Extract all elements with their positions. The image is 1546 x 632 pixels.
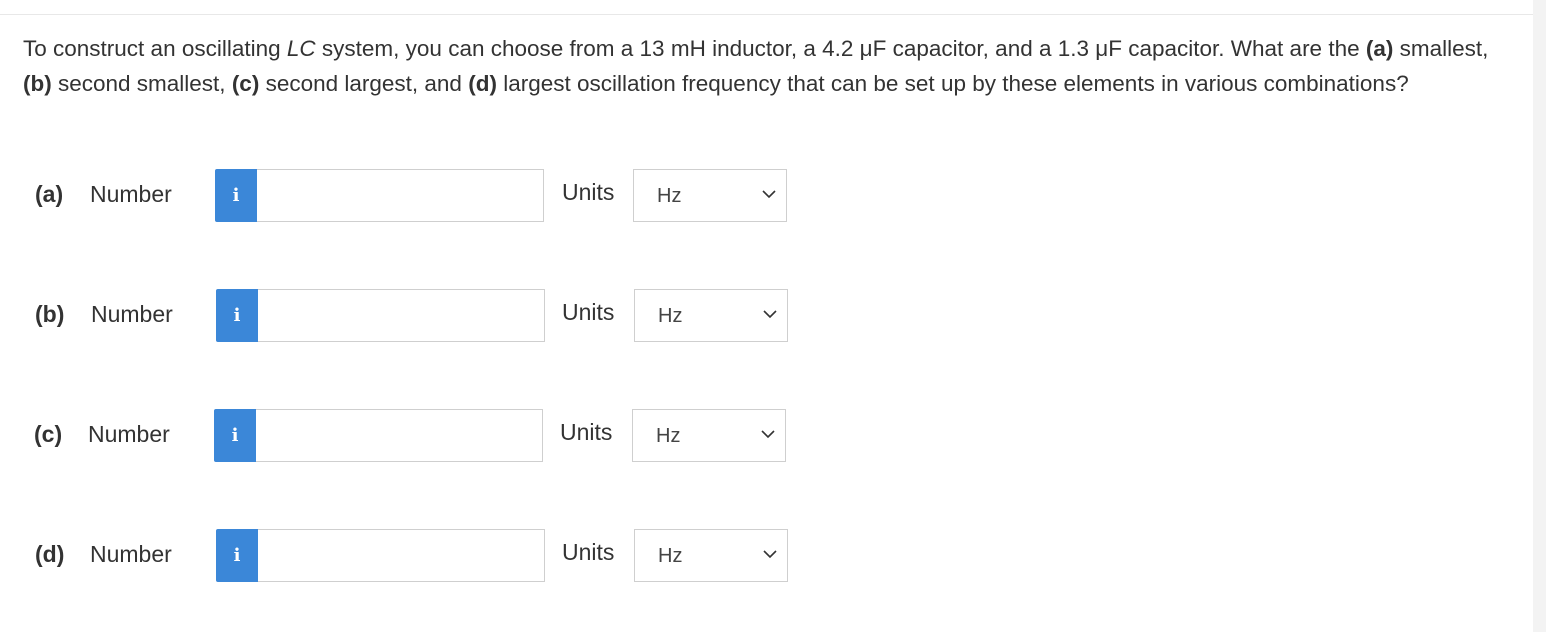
units-label: Units	[560, 419, 613, 445]
number-label: Number	[90, 181, 172, 207]
scrollbar-track[interactable]	[1533, 0, 1546, 632]
units-selected-value: Hz	[658, 545, 683, 567]
info-button[interactable]: i	[216, 289, 258, 342]
chevron-down-icon	[761, 430, 775, 439]
number-input[interactable]	[258, 529, 545, 582]
chevron-down-icon	[763, 310, 777, 319]
part-label: (d)	[35, 541, 65, 567]
info-icon: i	[233, 305, 241, 326]
units-label: Units	[562, 179, 615, 205]
number-label: Number	[90, 541, 172, 567]
info-button[interactable]: i	[216, 529, 258, 582]
answer-row-b: (b) Number i Units Hz	[0, 289, 800, 343]
units-dropdown[interactable]: Hz	[632, 409, 786, 462]
answer-row-a: (a) Number i Units Hz	[0, 169, 800, 223]
units-label: Units	[562, 539, 615, 565]
answer-row-c: (c) Number i Units Hz	[0, 409, 800, 463]
top-divider	[0, 14, 1533, 15]
units-dropdown[interactable]: Hz	[634, 529, 788, 582]
info-icon: i	[233, 545, 241, 566]
number-label: Number	[91, 301, 173, 327]
units-label: Units	[562, 299, 615, 325]
units-selected-value: Hz	[657, 185, 682, 207]
units-selected-value: Hz	[656, 425, 681, 447]
part-label: (a)	[35, 181, 64, 207]
info-button[interactable]: i	[215, 169, 257, 222]
info-icon: i	[231, 425, 239, 446]
number-input[interactable]	[257, 169, 544, 222]
part-label: (c)	[34, 421, 63, 447]
units-dropdown[interactable]: Hz	[633, 169, 787, 222]
question-text: To construct an oscillating LC system, y…	[23, 36, 1489, 96]
page: To construct an oscillating LC system, y…	[0, 0, 1546, 632]
info-icon: i	[232, 185, 240, 206]
number-input[interactable]	[256, 409, 543, 462]
units-selected-value: Hz	[658, 305, 683, 327]
info-button[interactable]: i	[214, 409, 256, 462]
answer-row-d: (d) Number i Units Hz	[0, 529, 800, 583]
units-dropdown[interactable]: Hz	[634, 289, 788, 342]
number-input[interactable]	[258, 289, 545, 342]
part-label: (b)	[35, 301, 65, 327]
chevron-down-icon	[762, 190, 776, 199]
number-label: Number	[88, 421, 170, 447]
chevron-down-icon	[763, 550, 777, 559]
